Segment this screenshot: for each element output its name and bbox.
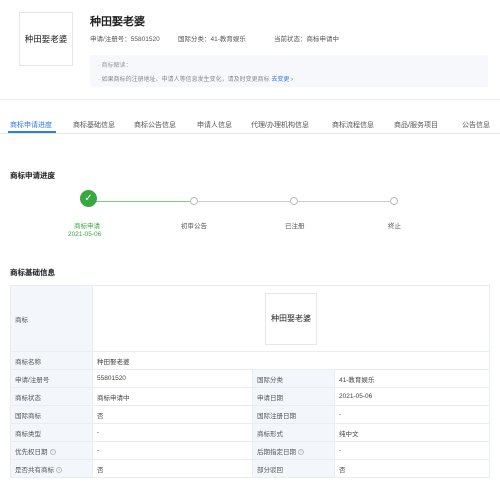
step-label-applied: 商标申请 [74, 223, 100, 230]
active-tab-indicator [8, 131, 56, 133]
current-status: 当前状态：商标申请中 [274, 36, 339, 43]
cell-key: 商标形式 [252, 423, 335, 442]
tab-application-progress[interactable]: 商标申请进度 [10, 120, 52, 130]
cell-key-label: 是否共有商标 [15, 466, 54, 474]
cell-key-label: 后期指定日期 [257, 448, 296, 456]
progress-line-done [96, 201, 190, 202]
table-row: 申请/注册号 55801520 国际分类 41-教育娱乐 [10, 369, 490, 388]
cell-key: 是否共有商标? [10, 459, 93, 478]
notice-label: · 商标解读： [98, 63, 132, 69]
help-icon[interactable]: ? [298, 448, 304, 455]
trademark-header: 种田娶老婆 种田娶老婆 申请/注册号：55801520 国际分类：41-教育娱乐… [0, 0, 500, 100]
step-label-prelim: 初审公告 [181, 223, 207, 230]
tab-process-info[interactable]: 商标流程信息 [332, 120, 374, 130]
progress-line [196, 201, 290, 202]
cell-key: 申请/注册号 [10, 369, 93, 388]
cell-key: 国际商标 [10, 405, 93, 424]
cell-value: - [92, 441, 253, 460]
cell-value: 否 [334, 459, 490, 478]
basic-info-table: 商标 种田娶老婆 商标名称 种田娶老婆 申请/注册号 55801520 国际分类… [10, 285, 490, 478]
tab-applicant-info[interactable]: 申请人信息 [197, 120, 232, 130]
cell-value: 种田娶老婆 [92, 285, 490, 352]
notice-text: · 如果商标的注册地址、申请人等信息发生变化，请及时变更商标 [98, 77, 270, 83]
tab-bar: 商标申请进度 商标基础信息 商标公告信息 申请人信息 代理/办理机构信息 商标流… [0, 116, 500, 134]
check-icon: ✓ [80, 190, 97, 207]
reg-number: 申请/注册号：55801520 [90, 36, 160, 43]
step-label-registered: 已注册 [285, 223, 305, 230]
trademark-image: 种田娶老婆 [265, 292, 317, 345]
help-icon[interactable]: ? [56, 466, 62, 473]
help-icon[interactable]: ? [49, 448, 56, 455]
tab-goods-services[interactable]: 商品/服务项目 [394, 120, 438, 130]
table-row: 国际商标 否 国际注册日期 - [10, 405, 490, 424]
tab-basic-info[interactable]: 商标基础信息 [73, 120, 115, 130]
cell-key: 国际注册日期 [252, 405, 335, 424]
step-dot [190, 197, 198, 205]
progress-tracker: ✓ 商标申请 2021-05-06 初审公告 已注册 终止 [0, 190, 500, 246]
step-dot [390, 197, 398, 205]
cell-key: 申请日期 [252, 387, 335, 406]
cell-key: 商标类型 [10, 423, 93, 442]
table-row: 商标 种田娶老婆 [10, 285, 490, 352]
table-row: 商标状态 商标申请中 申请日期 2021-05-06 [10, 387, 490, 406]
cell-value: - [334, 441, 490, 460]
progress-line [296, 201, 390, 202]
progress-section-title: 商标申请进度 [10, 171, 55, 180]
cell-key-label: 优先权日期 [15, 448, 48, 456]
cell-key: 优先权日期? [10, 441, 93, 460]
tab-notice-info[interactable]: 公告信息 [462, 120, 490, 130]
cell-value: 商标申请中 [92, 387, 253, 406]
cell-key: 国际分类 [252, 369, 335, 388]
step-label-terminated: 终止 [388, 223, 401, 230]
table-row: 是否共有商标? 否 部分驳回 否 [10, 459, 490, 478]
step-dot [290, 197, 298, 205]
tab-agency-info[interactable]: 代理/办理机构信息 [251, 120, 309, 130]
notice-box: · 商标解读： · 如果商标的注册地址、申请人等信息发生变化，请及时变更商标 去… [90, 55, 488, 87]
intl-class: 国际分类：41-教育娱乐 [178, 36, 246, 43]
cell-key: 部分驳回 [252, 459, 335, 478]
cell-value: 2021-05-06 [334, 387, 490, 406]
change-link[interactable]: 去变更 › [271, 77, 293, 83]
cell-value: 种田娶老婆 [92, 351, 490, 370]
trademark-meta: 申请/注册号：55801520 国际分类：41-教育娱乐 当前状态：商标申请中 [90, 33, 339, 43]
cell-key: 商标名称 [10, 351, 93, 370]
table-row: 优先权日期? - 后期指定日期? - [10, 441, 490, 460]
basic-section-title: 商标基础信息 [10, 268, 55, 277]
tab-announcement-info[interactable]: 商标公告信息 [134, 120, 176, 130]
cell-key: 商标 [10, 285, 93, 352]
cell-value: 否 [92, 405, 253, 424]
cell-value: 55801520 [92, 369, 253, 388]
step-date-applied: 2021-05-06 [68, 231, 102, 238]
table-row: 商标名称 种田娶老婆 [10, 351, 490, 370]
table-row: 商标类型 - 商标形式 纯中文 [10, 423, 490, 442]
trademark-logo: 种田娶老婆 [19, 12, 73, 66]
cell-value: - [334, 405, 490, 424]
cell-value: 否 [92, 459, 253, 478]
trademark-title: 种田娶老婆 [90, 16, 145, 28]
cell-value: 纯中文 [334, 423, 490, 442]
cell-value: - [92, 423, 253, 442]
cell-key: 商标状态 [10, 387, 93, 406]
cell-key: 后期指定日期? [252, 441, 335, 460]
cell-value: 41-教育娱乐 [334, 369, 490, 388]
